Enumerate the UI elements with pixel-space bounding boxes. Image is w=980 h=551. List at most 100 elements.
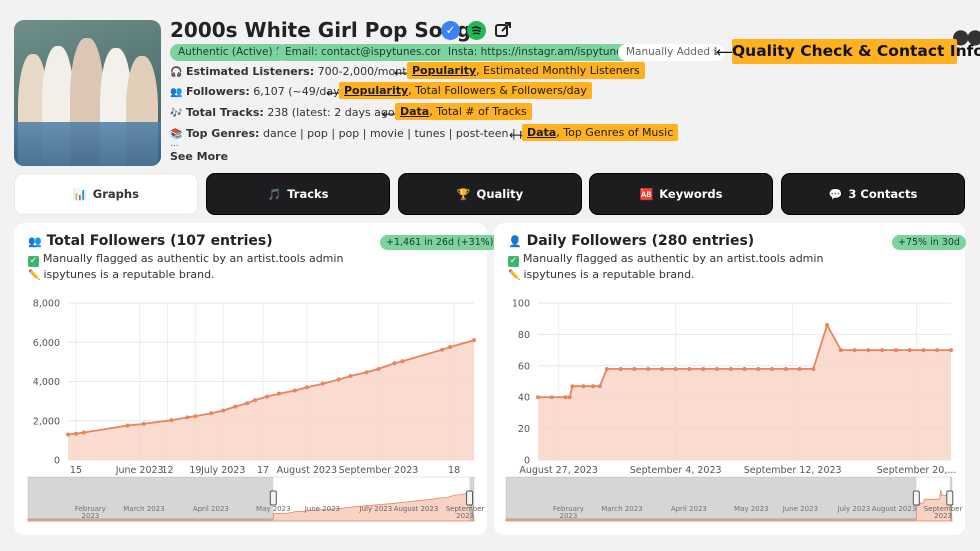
data-point <box>770 366 775 371</box>
data-point <box>336 377 341 382</box>
playlist-title: 2000s White Girl Pop Songs <box>170 18 484 42</box>
total-followers-chart[interactable]: 02,0004,0006,0008,00015 June 202312 19 July… <box>14 223 487 535</box>
x-tick-label: August 27, 2023 <box>519 465 598 476</box>
data-point <box>245 401 250 406</box>
tab-graphs[interactable]: 📊 Graphs <box>14 173 198 215</box>
data-point <box>304 385 309 390</box>
tab-contacts[interactable]: 💬 3 Contacts <box>781 173 965 215</box>
music-note-icon: 🎵 <box>267 187 282 201</box>
data-point <box>567 395 572 400</box>
tab-quality[interactable]: 🏆 Quality <box>398 173 582 215</box>
tab-tracks[interactable]: 🎵 Tracks <box>206 173 390 215</box>
data-point <box>714 366 719 371</box>
data-point <box>472 338 476 343</box>
x-tick-label: September 20,... <box>877 465 957 476</box>
data-point <box>221 408 226 413</box>
data-point <box>448 344 453 349</box>
x-tick-label: 17 <box>257 465 269 476</box>
verified-icon: ✓ <box>441 21 460 40</box>
followers-row: 👥 Followers: 6,107 (~49/day) <box>170 85 344 98</box>
headphones-icon: 🎧 <box>170 67 183 78</box>
data-point <box>185 415 190 420</box>
see-more-link[interactable]: See More <box>170 150 228 163</box>
data-point <box>209 411 214 416</box>
data-point <box>66 432 70 437</box>
x-tick-label: 15 <box>70 465 82 476</box>
x-tick-label: 18 <box>448 465 460 476</box>
data-point <box>811 366 816 371</box>
data-point <box>604 366 609 371</box>
y-tick-label: 20 <box>518 424 530 435</box>
tracks-row: 🎶 Total Tracks: 238 (latest: 2 days ago) <box>170 106 399 119</box>
navigator-handle[interactable] <box>946 490 954 506</box>
data-point <box>253 398 258 403</box>
tracks-annotation: Data, Total # of Tracks <box>395 103 532 120</box>
data-point <box>591 384 596 389</box>
data-point <box>838 348 843 353</box>
trophy-icon: 🏆 <box>456 187 471 201</box>
data-point <box>392 361 397 366</box>
navigator-label: August 2023 <box>394 505 439 513</box>
authentic-status-pill[interactable]: Authentic (Active) ℹ <box>170 44 288 61</box>
daily-followers-chart[interactable]: 020406080100August 27, 2023 September 4, … <box>494 223 965 535</box>
followers-annotation: Popularity, Total Followers & Followers/… <box>339 82 592 99</box>
music-notes-icon: 🎶 <box>170 108 183 119</box>
navigator-handle[interactable] <box>269 490 277 506</box>
data-point <box>265 394 270 399</box>
data-point <box>618 366 623 371</box>
y-tick-label: 40 <box>518 393 530 404</box>
tab-keywords[interactable]: 🆎 Keywords <box>589 173 773 215</box>
data-point <box>783 366 788 371</box>
data-point <box>125 423 130 428</box>
data-point <box>141 421 146 426</box>
quality-annotation: Quality Check & Contact Info <box>732 39 980 64</box>
email-pill[interactable]: Email: contact@ispytunes.com <box>277 44 456 61</box>
navigator-handle[interactable] <box>466 490 474 506</box>
data-point <box>193 414 198 419</box>
data-point <box>935 348 940 353</box>
data-point <box>320 381 325 386</box>
y-tick-label: 2,000 <box>33 416 60 427</box>
data-point <box>687 366 692 371</box>
manually-added-pill[interactable]: Manually Added ℹ <box>618 44 726 61</box>
navigator-mask <box>506 477 917 521</box>
data-point <box>169 418 174 423</box>
data-point <box>907 348 912 353</box>
data-point <box>570 384 575 389</box>
daily-followers-panel: 👤 Daily Followers (280 entries) +75% in … <box>494 223 966 535</box>
navigator-mask <box>28 477 274 521</box>
data-point <box>742 366 747 371</box>
data-point <box>852 348 857 353</box>
data-point <box>292 388 297 393</box>
data-point <box>549 395 554 400</box>
y-tick-label: 6,000 <box>33 338 60 349</box>
navigator-label: June 2023 <box>304 505 340 513</box>
data-point <box>893 348 898 353</box>
spotify-icon[interactable] <box>467 21 486 40</box>
data-point <box>673 366 678 371</box>
x-tick-label: August 2023 <box>277 465 337 476</box>
x-tick-label: September 12, 2023 <box>744 465 842 476</box>
data-point <box>825 322 830 327</box>
series-area <box>538 325 951 460</box>
data-point <box>880 348 885 353</box>
external-link-icon[interactable] <box>494 21 512 39</box>
playlist-cover-image <box>14 20 161 166</box>
y-tick-label: 60 <box>518 361 530 372</box>
navigator-handle[interactable] <box>912 490 920 506</box>
data-point <box>81 430 86 435</box>
x-tick-label: June 2023 <box>115 465 164 476</box>
y-tick-label: 80 <box>518 330 530 341</box>
x-tick-label: July 2023 <box>200 465 245 476</box>
data-point <box>659 366 664 371</box>
ellipsis: ... <box>170 139 179 149</box>
keyword-icon: 🆎 <box>639 187 654 201</box>
y-tick-label: 4,000 <box>33 377 60 388</box>
total-followers-panel: 👥 Total Followers (107 entries) +1,461 i… <box>14 223 500 535</box>
instagram-pill[interactable]: Insta: https://instagr.am/ispytunes <box>440 44 637 61</box>
data-point <box>866 348 871 353</box>
x-tick-label: September 4, 2023 <box>630 465 722 476</box>
data-point <box>376 366 381 371</box>
listeners-annotation: Popularity, Estimated Monthly Listeners <box>407 62 645 79</box>
navigator-label: July 2023 <box>359 505 393 513</box>
